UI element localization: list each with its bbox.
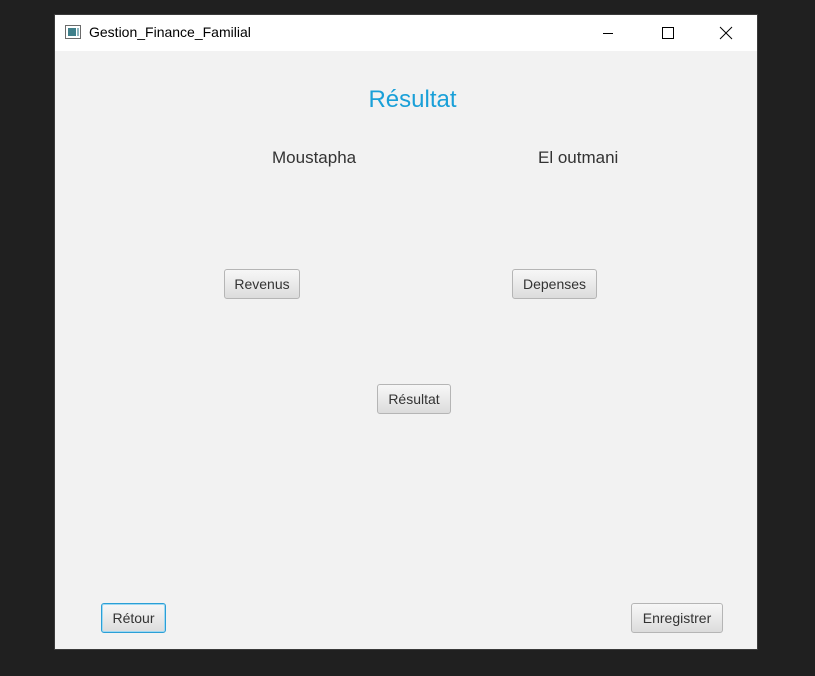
close-icon bbox=[719, 26, 733, 40]
last-name-label: El outmani bbox=[538, 148, 619, 167]
close-button[interactable] bbox=[703, 15, 749, 51]
app-window-icon bbox=[65, 25, 81, 39]
maximize-button[interactable] bbox=[645, 15, 691, 51]
retour-button[interactable]: Rétour bbox=[101, 603, 166, 633]
enregistrer-button[interactable]: Enregistrer bbox=[631, 603, 723, 633]
depenses-button[interactable]: Depenses bbox=[512, 269, 597, 299]
window-title: Gestion_Finance_Familial bbox=[89, 24, 251, 40]
first-name-label: Moustapha bbox=[272, 148, 357, 167]
maximize-icon bbox=[662, 27, 674, 39]
minimize-icon bbox=[603, 33, 613, 34]
title-bar[interactable]: Gestion_Finance_Familial bbox=[55, 15, 757, 51]
resultat-button[interactable]: Résultat bbox=[377, 384, 451, 414]
page-title: Résultat bbox=[368, 86, 457, 113]
minimize-button[interactable] bbox=[585, 15, 631, 51]
app-window: Gestion_Finance_Familial Résultat Mousta… bbox=[55, 15, 757, 649]
revenus-button[interactable]: Revenus bbox=[224, 269, 300, 299]
